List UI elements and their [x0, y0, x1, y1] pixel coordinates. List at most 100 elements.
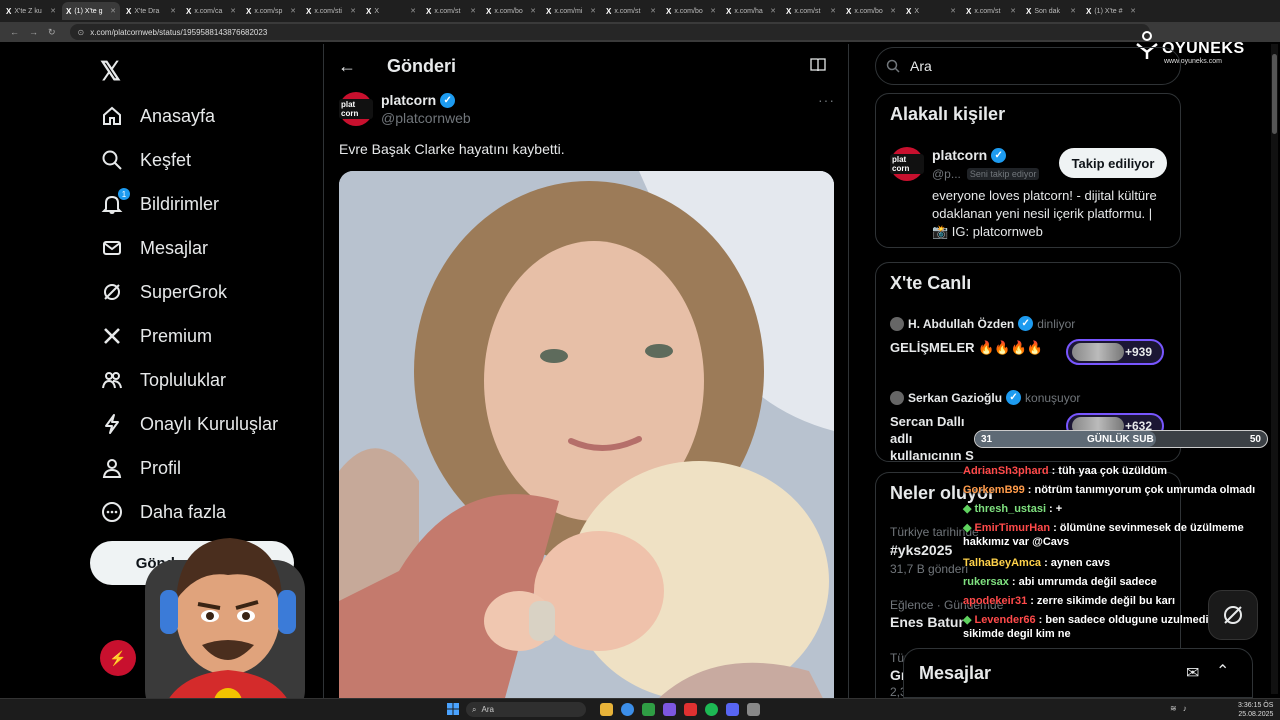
sidebar-item-label: Premium [140, 325, 213, 346]
wifi-icon[interactable]: ≋ [1170, 704, 1177, 713]
app-icon[interactable] [684, 703, 697, 716]
browser-tab[interactable]: X (1) X'te g ✕ [62, 2, 120, 20]
space-host[interactable]: H. Abdullah Özden ✓ dinliyor [890, 316, 1075, 331]
tab-close-icon[interactable]: ✕ [650, 7, 656, 15]
browser-tab[interactable]: Xx.com/sti ✕ [302, 2, 360, 20]
browser-tab[interactable]: Xx.com/bo ✕ [662, 2, 720, 20]
back-nav-icon[interactable]: ← [10, 27, 19, 38]
tab-favicon-icon: X [246, 6, 252, 16]
browser-tab[interactable]: X X ✕ [902, 2, 960, 20]
sidebar-item-onaylı-kuruluşlar[interactable]: Onaylı Kuruluşlar [100, 409, 278, 439]
search-input[interactable] [908, 57, 1152, 75]
search-box[interactable] [875, 47, 1181, 85]
tab-close-icon[interactable]: ✕ [590, 7, 596, 15]
tab-close-icon[interactable]: ✕ [1070, 7, 1076, 15]
tab-close-icon[interactable]: ✕ [290, 7, 296, 15]
browser-tab[interactable]: Xx.com/st ✕ [602, 2, 660, 20]
tab-close-icon[interactable]: ✕ [770, 7, 776, 15]
relevant-avatar[interactable]: plat corn [890, 147, 924, 181]
tab-close-icon[interactable]: ✕ [470, 7, 476, 15]
trend-tag[interactable]: Enes Batur [890, 614, 964, 630]
app-icon[interactable] [621, 703, 634, 716]
app-icon[interactable] [600, 703, 613, 716]
browser-tab[interactable]: Xx.com/ca ✕ [182, 2, 240, 20]
app-icon[interactable] [663, 703, 676, 716]
post-image[interactable] [339, 171, 834, 720]
space-title[interactable]: GELİŞMELER 🔥🔥🔥🔥 [890, 339, 1043, 356]
browser-tab[interactable]: Xx.com/st ✕ [422, 2, 480, 20]
browser-tab[interactable]: Xx.com/mi ✕ [542, 2, 600, 20]
home-icon [100, 104, 124, 128]
scrollbar-thumb[interactable] [1272, 54, 1277, 134]
author-name[interactable]: platcorn [381, 92, 436, 108]
browser-tab[interactable]: Xx.com/st ✕ [782, 2, 840, 20]
author-avatar[interactable]: plat corn [339, 92, 373, 126]
tab-close-icon[interactable]: ✕ [50, 7, 56, 15]
space-listeners-pill[interactable]: +939 [1066, 339, 1164, 365]
forward-nav-icon[interactable]: → [29, 27, 38, 38]
volume-icon[interactable]: ♪ [1183, 704, 1187, 713]
browser-tab[interactable]: Xx.com/sp ✕ [242, 2, 300, 20]
expand-drawer-icon[interactable]: ⌃ [1216, 661, 1229, 681]
app-icon[interactable] [747, 703, 760, 716]
browser-tab[interactable]: Xx.com/ha ✕ [722, 2, 780, 20]
author-handle[interactable]: @platcornweb [381, 110, 471, 126]
browser-tab[interactable]: X X'te Dra ✕ [122, 2, 180, 20]
tab-close-icon[interactable]: ✕ [110, 7, 116, 15]
sidebar-item-profil[interactable]: Profil [100, 453, 181, 483]
sidebar-item-anasayfa[interactable]: Anasayfa [100, 101, 215, 131]
sidebar-item-mesajlar[interactable]: Mesajlar [100, 233, 208, 263]
notification-badge: 1 [118, 188, 130, 200]
browser-tab[interactable]: X Son dak ✕ [1022, 2, 1080, 20]
tab-close-icon[interactable]: ✕ [890, 7, 896, 15]
windows-start-icon[interactable] [447, 703, 459, 715]
taskbar-clock[interactable]: 3:36:15 ÖS 25.08.2025 [1238, 701, 1273, 719]
messages-drawer[interactable]: Mesajlar ✉ ⌃ [903, 648, 1253, 698]
post-more-icon[interactable]: ··· [818, 92, 835, 108]
sidebar-item-topluluklar[interactable]: Topluluklar [100, 365, 226, 395]
app-icon[interactable] [726, 703, 739, 716]
sidebar-item-keşfet[interactable]: Keşfet [100, 145, 191, 175]
browser-tab[interactable]: Xx.com/bo ✕ [482, 2, 540, 20]
relevant-name[interactable]: platcorn [932, 147, 987, 163]
tab-close-icon[interactable]: ✕ [1130, 7, 1136, 15]
tab-close-icon[interactable]: ✕ [1010, 7, 1016, 15]
url-field[interactable]: ⊙ x.com/platcornweb/status/1959588143876… [69, 24, 1150, 40]
tab-close-icon[interactable]: ✕ [230, 7, 236, 15]
browser-tab[interactable]: X X'te Z ku ✕ [2, 2, 60, 20]
x-logo-icon[interactable]: 𝕏 [100, 56, 121, 87]
chat-username: AdrianSh3phard [963, 465, 1049, 477]
tab-close-icon[interactable]: ✕ [530, 7, 536, 15]
app-icon[interactable] [642, 703, 655, 716]
browser-tab[interactable]: X X ✕ [362, 2, 420, 20]
tab-close-icon[interactable]: ✕ [350, 7, 356, 15]
back-arrow-icon[interactable]: ← [338, 56, 356, 77]
browser-tab[interactable]: Xx.com/bo ✕ [842, 2, 900, 20]
site-info-icon[interactable]: ⊙ [78, 28, 85, 37]
post-author[interactable]: plat corn platcorn ✓ @platcornweb [339, 92, 471, 126]
tab-close-icon[interactable]: ✕ [950, 7, 956, 15]
app-icon[interactable] [705, 703, 718, 716]
sidebar-item-premium[interactable]: Premium [100, 321, 212, 351]
browser-tab[interactable]: X (1) X'te # ✕ [1082, 2, 1140, 20]
following-button[interactable]: Takip ediliyor [1059, 148, 1167, 178]
space-host[interactable]: Serkan Gazioğlu ✓ konuşuyor [890, 390, 1080, 405]
page-scrollbar[interactable] [1271, 44, 1278, 694]
tab-close-icon[interactable]: ✕ [170, 7, 176, 15]
browser-tab[interactable]: Xx.com/st ✕ [962, 2, 1020, 20]
reload-icon[interactable]: ↻ [48, 27, 56, 38]
relevant-handle[interactable]: @p... [932, 167, 961, 181]
sidebar-item-supergrok[interactable]: SuperGrok [100, 277, 227, 307]
tab-favicon-icon: X [366, 6, 372, 16]
space-title[interactable]: Sercan Dallı adlı kullanıcının S [890, 413, 980, 464]
tab-close-icon[interactable]: ✕ [410, 7, 416, 15]
trend-tag[interactable]: #yks2025 [890, 542, 952, 558]
sidebar-item-bildirimler[interactable]: 1 Bildirimler [100, 188, 219, 219]
taskbar-search[interactable]: ⌕ Ara [466, 702, 586, 717]
grok-button[interactable] [1208, 590, 1258, 640]
live-title: X'te Canlı [890, 273, 972, 293]
tab-close-icon[interactable]: ✕ [710, 7, 716, 15]
reader-mode-icon[interactable] [810, 58, 826, 72]
new-message-icon[interactable]: ✉ [1186, 663, 1199, 683]
tab-close-icon[interactable]: ✕ [830, 7, 836, 15]
